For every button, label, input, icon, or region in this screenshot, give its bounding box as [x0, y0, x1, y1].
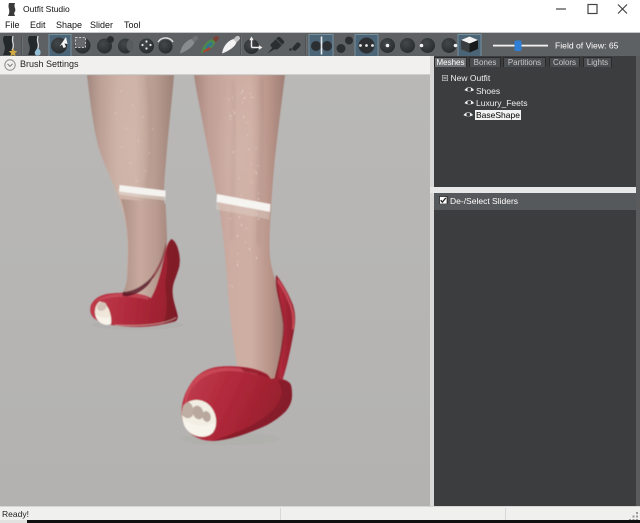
svg-text:Field of View: 65: Field of View: 65	[555, 41, 619, 51]
